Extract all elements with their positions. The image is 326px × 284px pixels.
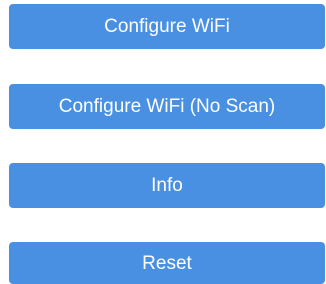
reset-button[interactable]: Reset <box>9 242 325 284</box>
wifi-menu: Configure WiFi Configure WiFi (No Scan) … <box>0 0 326 284</box>
info-button[interactable]: Info <box>9 163 325 208</box>
configure-wifi-button[interactable]: Configure WiFi <box>9 4 325 49</box>
configure-wifi-no-scan-button[interactable]: Configure WiFi (No Scan) <box>9 84 325 129</box>
